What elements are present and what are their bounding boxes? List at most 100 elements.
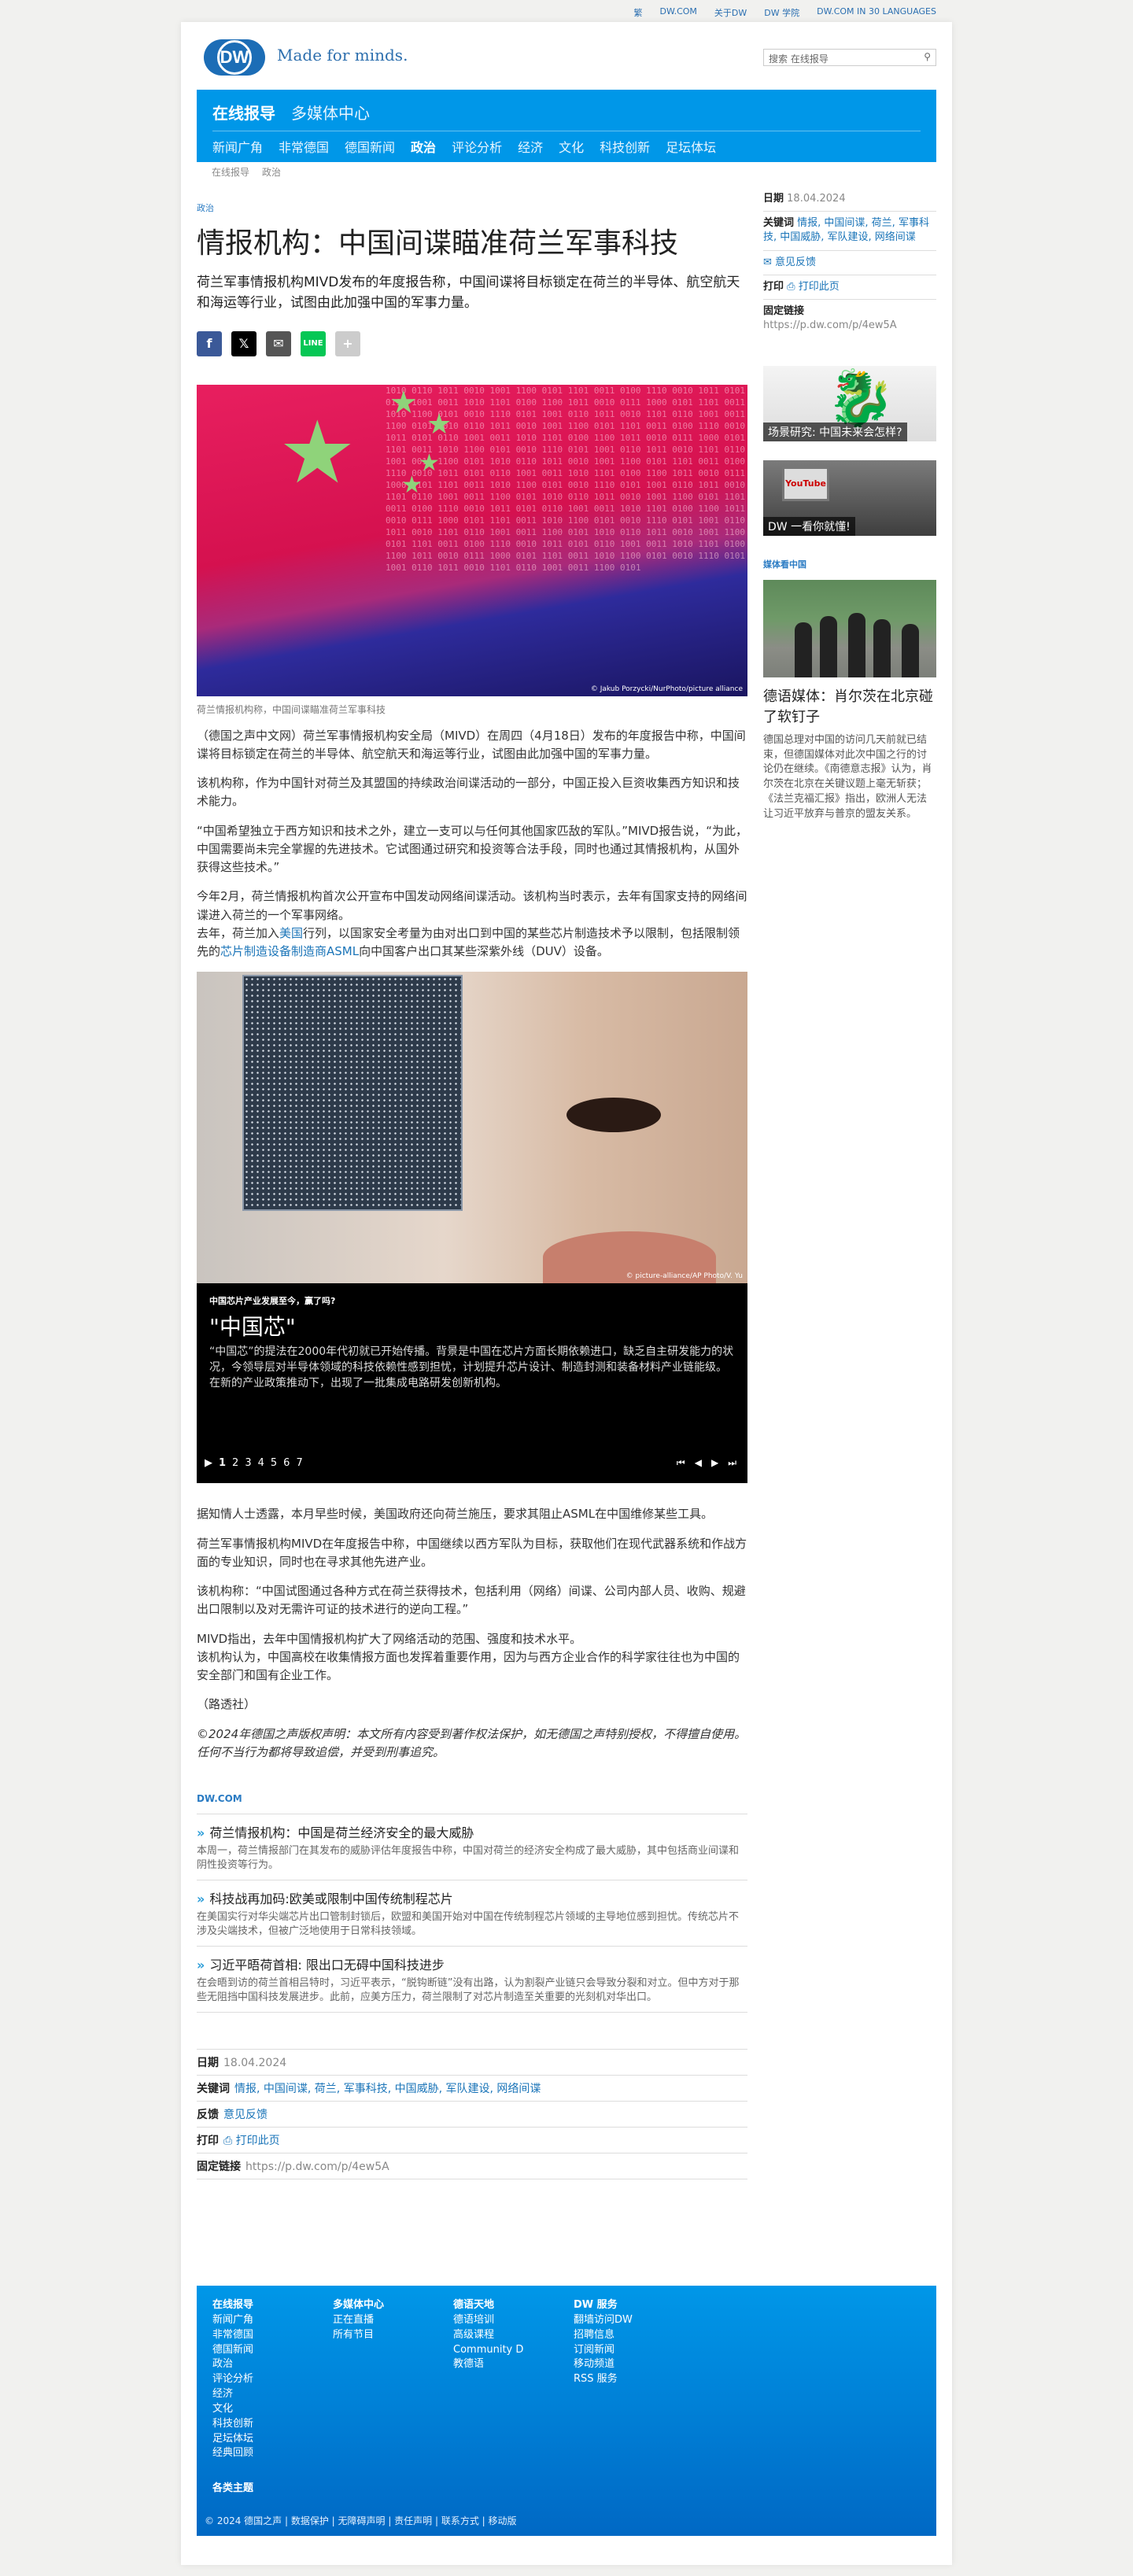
paragraph: 去年，荷兰加入美国行列，以国家安全考量为由对出口到中国的某些芯片制造技术予以限制… — [197, 924, 747, 961]
tab-multimedia[interactable]: 多媒体中心 — [291, 101, 370, 124]
gallery-page[interactable]: 1 — [219, 1457, 226, 1469]
line-icon[interactable]: LINE — [301, 330, 326, 356]
next-icon[interactable]: ▶ — [711, 1457, 718, 1469]
dw-logo[interactable]: DW — [204, 39, 265, 76]
breadcrumb-item[interactable]: 政治 — [262, 165, 281, 179]
toplink-about[interactable]: 关于DW — [714, 6, 747, 19]
person-figure — [902, 624, 919, 678]
person-figure — [873, 619, 891, 678]
print-link[interactable]: 打印此页 — [799, 281, 840, 293]
subnav-item-science[interactable]: 科技创新 — [600, 137, 650, 156]
gallery-page[interactable]: 2 — [232, 1457, 238, 1469]
footer-link[interactable]: 足坛体坛 — [212, 2432, 333, 2447]
link-usa[interactable]: 美国 — [279, 926, 303, 940]
image-gallery: © picture-alliance/AP Photo/V. Yu 中国芯片产业… — [197, 972, 747, 1484]
play-icon[interactable]: ▶ — [205, 1457, 212, 1469]
toplink-dwcom[interactable]: DW.COM — [660, 6, 697, 19]
print-icon[interactable]: ⎙ — [223, 2135, 236, 2147]
subnav-item-economy[interactable]: 经济 — [518, 137, 543, 156]
story-title[interactable]: 德语媒体：肖尔茨在北京碰了软钉子 — [763, 687, 936, 726]
toplink-traditional[interactable]: 繁 — [634, 6, 643, 19]
footer-link[interactable]: 订阅新闻 — [574, 2343, 694, 2358]
subnav-item-sports[interactable]: 足坛体坛 — [666, 137, 716, 156]
footer-link[interactable]: 高级课程 — [453, 2328, 574, 2343]
facebook-icon[interactable]: f — [197, 330, 222, 356]
subnav-item-culture[interactable]: 文化 — [559, 137, 584, 156]
footer-heading[interactable]: 在线报导 — [212, 2298, 333, 2313]
gallery-image[interactable]: © picture-alliance/AP Photo/V. Yu — [197, 972, 747, 1284]
tab-online[interactable]: 在线报导 — [212, 101, 275, 124]
last-icon[interactable]: ⏭ — [728, 1457, 736, 1469]
footer-column: 在线报导 新闻广角 非常德国 德国新闻 政治 评论分析 经济 文化 科技创新 足… — [212, 2298, 333, 2461]
gallery-page[interactable]: 4 — [258, 1457, 264, 1469]
first-icon[interactable]: ⏮ — [677, 1457, 685, 1469]
footer-link[interactable]: RSS 服务 — [574, 2372, 694, 2387]
article-kicker[interactable]: 政治 — [197, 201, 747, 214]
permalink-value[interactable]: https://p.dw.com/p/4ew5A — [245, 2161, 389, 2173]
footer-link[interactable]: 德语培训 — [453, 2313, 574, 2328]
footer-link[interactable]: 文化 — [212, 2402, 333, 2417]
related-title-text: 习近平晤荷首相: 限出口无碍中国科技进步 — [209, 1958, 445, 1973]
subnav-item-commentary[interactable]: 评论分析 — [452, 137, 502, 156]
email-icon[interactable]: ✉ — [266, 330, 291, 356]
prev-icon[interactable]: ◀ — [695, 1457, 702, 1469]
meta-label: 日期 — [197, 2057, 219, 2070]
gallery-page[interactable]: 7 — [296, 1457, 302, 1469]
footer-link[interactable]: 非常德国 — [212, 2328, 333, 2343]
meta-value: 18.04.2024 — [223, 2057, 287, 2070]
toplink-academy[interactable]: DW 学院 — [764, 6, 799, 19]
footer-link[interactable]: 招聘信息 — [574, 2328, 694, 2343]
feedback-link[interactable]: 意见反馈 — [775, 256, 816, 268]
footer-link[interactable]: 评论分析 — [212, 2372, 333, 2387]
promo-thumb[interactable]: YouTube DW 一看你就懂! — [763, 460, 936, 537]
gallery-page[interactable]: 6 — [283, 1457, 290, 1469]
footer-link[interactable]: 经典回顾 — [212, 2446, 333, 2461]
main-nav: 在线报导 多媒体中心 新闻广角 非常德国 德国新闻 政治 评论分析 经济 文化 … — [197, 90, 936, 162]
related-item[interactable]: » 荷兰情报机构：中国是荷兰经济安全的最大威胁 本周一，荷兰情报部门在其发布的威胁… — [197, 1814, 747, 1880]
footer-link[interactable]: 新闻广角 — [212, 2313, 333, 2328]
breadcrumb-item[interactable]: 在线报导 — [212, 165, 249, 179]
footer-heading[interactable]: DW 服务 — [574, 2298, 694, 2313]
footer-link[interactable]: 德国新闻 — [212, 2343, 333, 2358]
subnav-item-politics[interactable]: 政治 — [411, 137, 436, 156]
related-item[interactable]: » 科技战再加码:欧美或限制中国传统制程芯片 在美国实行对华尖端芯片出口管制封锁后… — [197, 1880, 747, 1946]
footer-link[interactable]: 翻墙访问DW — [574, 2313, 694, 2328]
footer-link[interactable]: 教德语 — [453, 2357, 574, 2372]
related-item[interactable]: » 习近平晤荷首相: 限出口无碍中国科技进步 在会晤到访的荷兰首相吕特时，习近平表… — [197, 1946, 747, 2013]
keywords-links[interactable]: 情报, 中国间谍, 荷兰, 军事科技, 中国威胁, 军队建设, 网络间谍 — [234, 2083, 541, 2095]
link-asml[interactable]: 芯片制造设备制造商ASML — [220, 944, 359, 958]
subnav-item-germany[interactable]: 非常德国 — [279, 137, 329, 156]
permalink-value[interactable]: https://p.dw.com/p/4ew5A — [763, 319, 897, 331]
story-text: 德国总理对中国的访问几天前就已结束，但德国媒体对此次中国之行的讨论仍在继续。《南… — [763, 733, 932, 820]
subnav-item-news[interactable]: 新闻广角 — [212, 137, 263, 156]
story-photo[interactable] — [763, 580, 936, 678]
footer-heading[interactable]: 多媒体中心 — [333, 2298, 453, 2313]
toplink-languages[interactable]: DW.COM IN 30 LANGUAGES — [817, 6, 936, 19]
footer-link[interactable]: 经济 — [212, 2387, 333, 2402]
feedback-link[interactable]: 意见反馈 — [223, 2109, 268, 2121]
footer-link[interactable]: 正在直播 — [333, 2313, 453, 2328]
footer-link[interactable]: Community D — [453, 2343, 574, 2358]
gallery-controls: ⏮ ◀ ▶ ⏭ — [677, 1457, 736, 1469]
search-input[interactable]: 搜索 在线报导 ⚲ — [763, 49, 936, 66]
footer-bottom-links[interactable]: © 2024 德国之声 | 数据保护 | 无障碍声明 | 责任声明 | 联系方式… — [205, 2514, 517, 2527]
gallery-page[interactable]: 3 — [245, 1457, 251, 1469]
print-icon[interactable]: ⎙ — [787, 281, 799, 293]
top-bar: 繁 DW.COM 关于DW DW 学院 DW.COM IN 30 LANGUAG… — [0, 0, 1133, 22]
footer-heading[interactable]: 德语天地 — [453, 2298, 574, 2313]
search-icon[interactable]: ⚲ — [924, 51, 931, 62]
footer-link[interactable]: 政治 — [212, 2357, 333, 2372]
footer-link[interactable]: 科技创新 — [212, 2417, 333, 2432]
promo-thumb[interactable]: 🐉 场景研究: 中国未来会怎样? — [763, 366, 936, 442]
footer-topics-link[interactable]: 各类主题 — [212, 2479, 253, 2494]
sidebar-section-title[interactable]: 媒体看中国 — [763, 558, 936, 570]
x-icon[interactable]: 𝕏 — [231, 330, 256, 356]
article-main: 政治 情报机构：中国间谍瞄准荷兰军事科技 荷兰军事情报机构MIVD发布的年度报告… — [197, 187, 747, 2180]
footer-link[interactable]: 所有节目 — [333, 2328, 453, 2343]
subnav-item-german-news[interactable]: 德国新闻 — [345, 137, 395, 156]
print-link[interactable]: 打印此页 — [236, 2135, 280, 2147]
more-share-icon[interactable]: + — [335, 330, 360, 356]
logo-text: DW — [217, 40, 252, 75]
gallery-page[interactable]: 5 — [271, 1457, 277, 1469]
footer-link[interactable]: 移动频道 — [574, 2357, 694, 2372]
